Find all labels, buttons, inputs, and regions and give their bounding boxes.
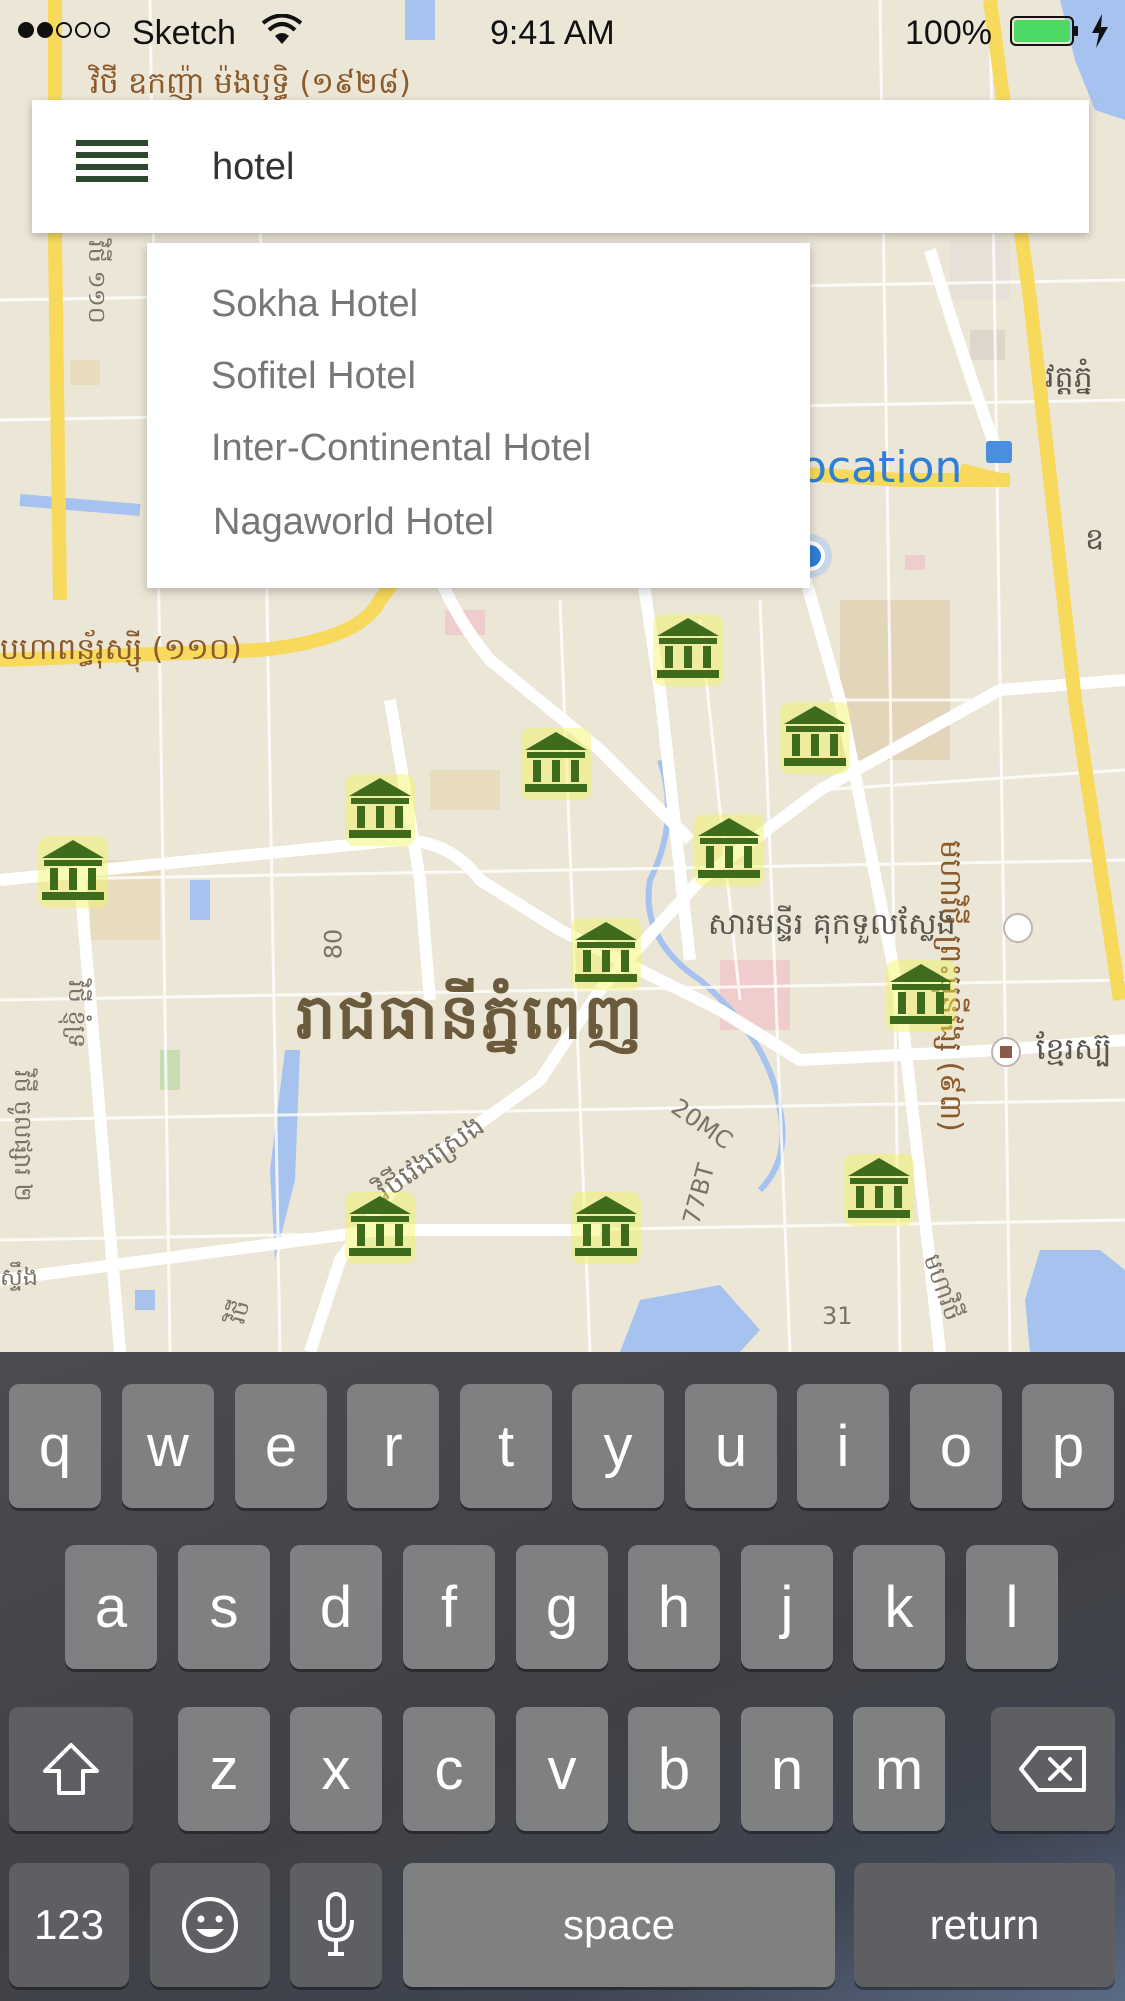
key-o[interactable]: o: [910, 1384, 1002, 1508]
hotel-marker[interactable]: [692, 812, 766, 888]
key-h[interactable]: h: [628, 1545, 720, 1669]
key-e[interactable]: e: [235, 1384, 327, 1508]
key-d[interactable]: d: [290, 1545, 382, 1669]
menu-line: [76, 152, 148, 158]
emoji-smiley-icon: [182, 1897, 238, 1953]
hotel-marker[interactable]: [343, 1190, 417, 1266]
key-t[interactable]: t: [460, 1384, 552, 1508]
hamburger-menu-icon[interactable]: [76, 140, 148, 196]
street-number-label: 31: [822, 1302, 853, 1330]
key-k[interactable]: k: [853, 1545, 945, 1669]
place-label: វត្តភ្នំ: [1045, 360, 1093, 395]
dictation-key[interactable]: [290, 1863, 382, 1987]
hotel-building-icon: [571, 1192, 641, 1264]
hotel-marker[interactable]: [778, 700, 852, 776]
road-label: ស្ទឹង: [0, 1263, 39, 1291]
key-x[interactable]: x: [290, 1707, 382, 1831]
suggestion-item[interactable]: Sofitel Hotel: [211, 355, 416, 398]
key-n[interactable]: n: [741, 1707, 833, 1831]
hotel-building-icon: [571, 918, 641, 990]
shift-arrow-icon: [43, 1743, 99, 1795]
key-f[interactable]: f: [403, 1545, 495, 1669]
menu-line: [76, 176, 148, 182]
hotel-building-icon: [844, 1154, 914, 1226]
suggestion-item[interactable]: Inter-Continental Hotel: [211, 427, 591, 470]
signal-dot: [75, 22, 91, 38]
suggestion-item[interactable]: Sokha Hotel: [211, 283, 418, 326]
delete-backspace-icon: [1019, 1746, 1086, 1792]
battery-percentage: 100%: [905, 14, 992, 52]
key-r[interactable]: r: [347, 1384, 439, 1508]
key-q[interactable]: q: [9, 1384, 101, 1508]
hotel-marker[interactable]: [343, 772, 417, 848]
hotel-building-icon: [780, 702, 850, 774]
signal-dot: [94, 22, 110, 38]
delete-key[interactable]: [991, 1707, 1115, 1831]
search-input[interactable]: [210, 130, 1034, 204]
place-label: ខ្មែរស្ប៊: [1036, 1032, 1112, 1067]
return-key[interactable]: return: [854, 1863, 1115, 1987]
suggestion-item[interactable]: Nagaworld Hotel: [213, 501, 494, 544]
street-number-label: 80: [319, 928, 348, 960]
museum-label: សារមន្ទីរ គុកទួលស្លែង: [708, 907, 956, 942]
signal-strength-icon: [18, 22, 110, 38]
menu-line: [76, 140, 148, 146]
hotel-building-icon: [694, 814, 764, 886]
road-label-vertical: វិថី ចូលផ្សារ ២: [9, 1070, 37, 1202]
road-label-vertical: វិថី ខ្ញុំទ្រ: [63, 980, 91, 1049]
hotel-marker[interactable]: [36, 834, 110, 910]
key-a[interactable]: a: [65, 1545, 157, 1669]
key-w[interactable]: w: [122, 1384, 214, 1508]
key-j[interactable]: j: [741, 1545, 833, 1669]
road-label-vertical: វិថី ១១០: [83, 240, 111, 324]
key-p[interactable]: p: [1022, 1384, 1114, 1508]
current-location-label: ocation: [800, 442, 963, 493]
hotel-building-icon: [345, 774, 415, 846]
hotel-building-icon: [886, 960, 956, 1032]
carrier-name: Sketch: [132, 14, 236, 52]
search-bar: [32, 100, 1089, 233]
signal-dot: [56, 22, 72, 38]
hotel-building-icon: [521, 728, 591, 800]
hotel-building-icon: [38, 836, 108, 908]
key-y[interactable]: y: [572, 1384, 664, 1508]
status-bar: Sketch 9:41 AM 100%: [0, 0, 1125, 66]
battery-icon: [1010, 16, 1080, 55]
key-s[interactable]: s: [178, 1545, 270, 1669]
space-key[interactable]: space: [403, 1863, 835, 1987]
key-u[interactable]: u: [685, 1384, 777, 1508]
charging-bolt-icon: [1090, 14, 1110, 57]
onscreen-keyboard: q w e r t y u i o p a s d f g h j k l z …: [0, 1352, 1125, 2001]
hotel-marker[interactable]: [651, 612, 725, 688]
microphone-icon: [318, 1892, 354, 1956]
key-c[interactable]: c: [403, 1707, 495, 1831]
shift-key[interactable]: [9, 1707, 133, 1831]
road-label: បហាពន្ធ័រុស្ស៊ី (១១០): [0, 632, 242, 667]
emoji-key[interactable]: [150, 1863, 270, 1987]
key-i[interactable]: i: [797, 1384, 889, 1508]
wifi-icon: [261, 13, 303, 55]
numbers-key[interactable]: 123: [9, 1863, 129, 1987]
signal-dot: [18, 22, 34, 38]
key-m[interactable]: m: [853, 1707, 945, 1831]
key-l[interactable]: l: [966, 1545, 1058, 1669]
hotel-marker[interactable]: [519, 726, 593, 802]
search-suggestions-dropdown: Sokha Hotel Sofitel Hotel Inter-Continen…: [147, 243, 810, 588]
hotel-building-icon: [653, 614, 723, 686]
key-z[interactable]: z: [178, 1707, 270, 1831]
hotel-marker[interactable]: [569, 916, 643, 992]
hotel-marker[interactable]: [884, 958, 958, 1034]
key-b[interactable]: b: [628, 1707, 720, 1831]
key-v[interactable]: v: [516, 1707, 608, 1831]
hotel-building-icon: [345, 1192, 415, 1264]
menu-line: [76, 164, 148, 170]
key-g[interactable]: g: [516, 1545, 608, 1669]
place-label: ឧ: [1085, 522, 1105, 557]
hotel-marker[interactable]: [569, 1190, 643, 1266]
signal-dot: [37, 22, 53, 38]
clock-time: 9:41 AM: [490, 14, 615, 52]
hotel-marker[interactable]: [842, 1152, 916, 1228]
